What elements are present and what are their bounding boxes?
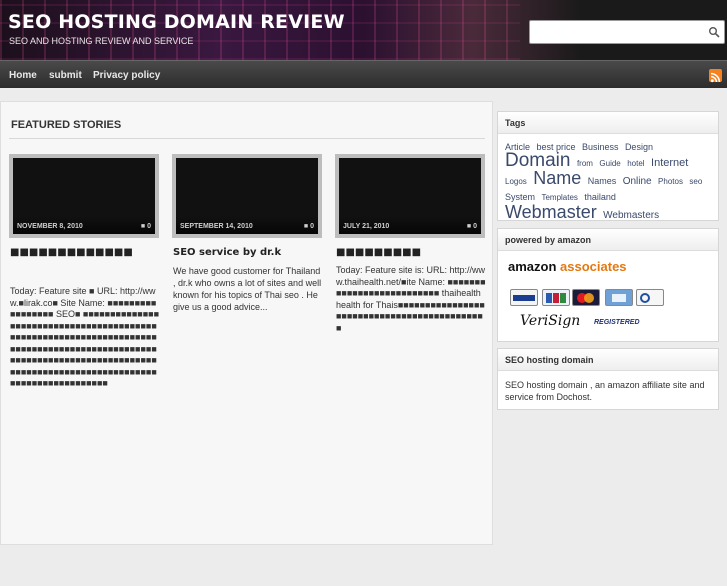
mastercard-icon (572, 289, 600, 306)
divider (9, 138, 485, 139)
tag-link[interactable]: Design (625, 142, 653, 152)
nav-item-privacy-policy[interactable]: Privacy policy (93, 70, 160, 81)
nav-item-home[interactable]: Home (9, 70, 37, 81)
main-navigation: Home submit Privacy policy (0, 60, 727, 88)
tag-link[interactable]: Templates (541, 193, 577, 202)
search-input[interactable] (534, 24, 704, 40)
amex-card-icon (605, 289, 633, 306)
tag-link[interactable]: from (577, 159, 593, 168)
story-thumbnail[interactable]: JULY 21, 2010 ■ 0 (335, 154, 485, 238)
featured-heading: FEATURED STORIES (11, 119, 122, 131)
seo-hosting-widget: SEO hosting domain SEO hosting domain , … (497, 348, 719, 410)
diners-club-icon (636, 289, 664, 306)
site-description: SEO AND HOSTING REVIEW AND SERVICE (9, 36, 194, 46)
tag-link[interactable]: Logos (505, 177, 527, 186)
story-thumbnail[interactable]: NOVEMBER 8, 2010 ■ 0 (9, 154, 159, 238)
registered-badge: REGISTERED (594, 319, 640, 326)
search-box (529, 20, 725, 44)
story-date: JULY 21, 2010 (343, 223, 390, 230)
tag-cloud: Article best price Business Design Domai… (498, 134, 718, 228)
featured-section: FEATURED STORIES NOVEMBER 8, 2010 ■ 0 ■■… (0, 101, 493, 545)
widget-title: SEO hosting domain (498, 349, 718, 371)
widget-title: Tags (498, 112, 718, 134)
story-title[interactable]: SEO service by dr.k (173, 246, 323, 259)
tag-link[interactable]: Photos (658, 177, 683, 186)
comment-count[interactable]: ■ 0 (304, 223, 314, 230)
tag-link[interactable]: Name (533, 168, 581, 188)
tag-link[interactable]: Online (623, 176, 652, 187)
story-title[interactable]: ■■■■■■■■■■■■■ (10, 246, 160, 259)
tag-link[interactable]: Webmasters (603, 210, 659, 221)
widget-text: SEO hosting domain , an amazon affiliate… (505, 380, 705, 402)
site-title[interactable]: SEO HOSTING DOMAIN REVIEW (8, 11, 345, 33)
story-excerpt: Today: Feature site ■ URL: http://www.■l… (10, 286, 160, 388)
tag-link[interactable]: System (505, 192, 535, 202)
rss-icon[interactable] (709, 69, 722, 83)
comment-icon: ■ (466, 223, 472, 230)
jcb-card-icon (542, 289, 570, 306)
tag-link[interactable]: hotel (627, 159, 644, 168)
comment-count[interactable]: ■ 0 (141, 223, 151, 230)
tag-link[interactable]: Business (582, 142, 619, 152)
comment-icon: ■ (303, 223, 309, 230)
story-date: SEPTEMBER 14, 2010 (180, 223, 253, 230)
story-excerpt: Today: Feature site is: URL: http://www.… (336, 265, 486, 333)
visa-card-icon (510, 289, 538, 306)
story-excerpt: We have good customer for Thailand , dr.… (173, 266, 322, 312)
tag-link[interactable]: Guide (599, 159, 620, 168)
tag-link[interactable]: seo (689, 177, 702, 186)
story-thumbnail[interactable]: SEPTEMBER 14, 2010 ■ 0 (172, 154, 322, 238)
story-title[interactable]: ■■■■■■■■■ (336, 246, 486, 259)
widget-title: powered by amazon (498, 229, 718, 251)
tag-link[interactable]: Internet (651, 157, 688, 169)
amazon-associates-logo[interactable]: amazon associates (508, 259, 627, 274)
tag-link[interactable]: Webmaster (505, 202, 597, 222)
comment-icon: ■ (140, 223, 146, 230)
site-header: SEO HOSTING DOMAIN REVIEW SEO AND HOSTIN… (0, 0, 727, 60)
amazon-widget: powered by amazon amazon associates Veri… (497, 228, 719, 342)
story-date: NOVEMBER 8, 2010 (17, 223, 83, 230)
tags-widget: Tags Article best price Business Design … (497, 111, 719, 221)
tag-link[interactable]: thailand (584, 192, 616, 202)
tag-link[interactable]: Names (588, 176, 617, 186)
comment-count[interactable]: ■ 0 (467, 223, 477, 230)
nav-item-submit[interactable]: submit (49, 70, 82, 81)
verisign-logo: VeriSign (520, 313, 581, 329)
search-icon[interactable] (708, 26, 720, 38)
